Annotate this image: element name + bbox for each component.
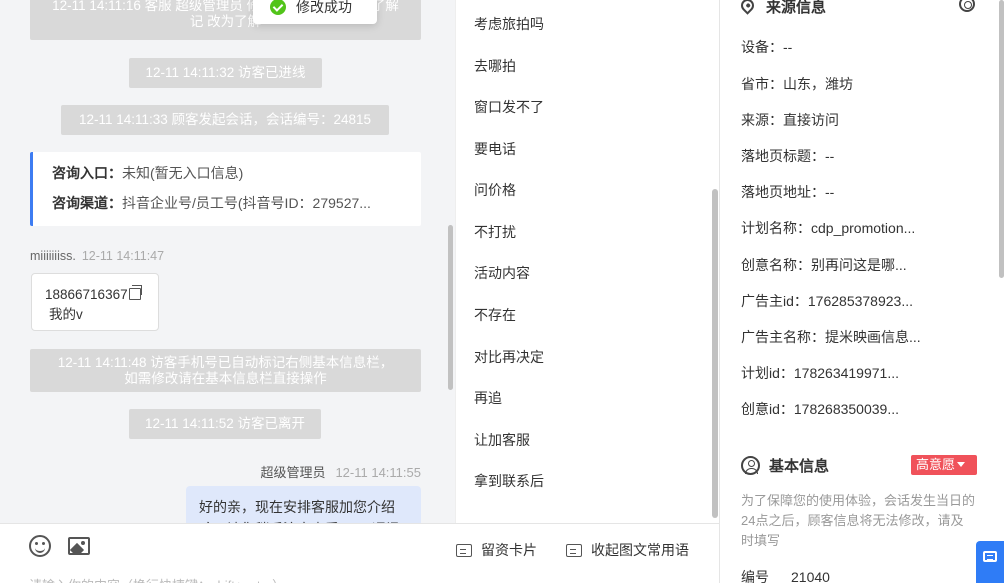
chat-scrollbar[interactable] <box>448 225 453 390</box>
visitor-message-text: 我的v <box>49 307 83 322</box>
source-info-field: 创意id：178268350039... <box>741 401 899 417</box>
visitor-phone-line: 18866716367 <box>45 285 158 305</box>
chat-bubble-icon <box>983 551 997 562</box>
source-info-field: 落地页地址：-- <box>741 184 835 200</box>
system-message-phone-line1: 12-11 14:11:48 访客手机号已自动标记右侧基本信息栏， <box>57 355 394 370</box>
consult-channel-label: 咨询渠道： <box>52 195 122 211</box>
input-bar: 留资卡片 收起图文常用语 请输入你的内容（换行快捷键：shift+enter） <box>0 523 719 583</box>
quick-reply-item[interactable]: 再追 <box>474 388 502 408</box>
visitor-info-panel: 来源信息 设备：-- 省市：山东，潍坊 来源：直接访问 落地页标题：-- 落地页地址：-… <box>719 0 1004 583</box>
consult-entry-value: 未知(暂无入口信息) <box>122 165 244 181</box>
source-info-title: 来源信息 <box>738 0 827 17</box>
copy-icon[interactable] <box>128 285 142 300</box>
emoji-icon[interactable] <box>29 535 51 557</box>
floating-chat-button[interactable] <box>976 541 1004 583</box>
source-info-field: 创意名称：别再问这是哪... <box>741 257 907 273</box>
collapse-phrases-label: 收起图文常用语 <box>591 542 689 558</box>
info-panel-scrollbar[interactable] <box>999 0 1004 278</box>
consult-entry-label: 咨询入口： <box>52 165 122 181</box>
toast-text: 修改成功 <box>296 0 352 15</box>
settings-icon[interactable] <box>959 0 975 12</box>
quick-reply-item[interactable]: 考虑旅拍吗 <box>474 14 544 34</box>
quick-reply-item[interactable]: 拿到联系后 <box>474 471 544 491</box>
consult-channel-row: 咨询渠道：抖音企业号/员工号(抖音号ID：279527... <box>52 192 404 214</box>
consult-channel-value: 抖音企业号/员工号(抖音号ID：279527... <box>122 195 371 211</box>
quick-reply-item[interactable]: 不存在 <box>474 305 516 325</box>
visitor-phone-text[interactable]: 18866716367 <box>45 287 128 302</box>
agent-message-bubble: 好的亲，现在安排客服加您介绍哈，请您稍后注意查看一下"通讯 <box>186 486 421 523</box>
agent-message-header: 超级管理员 12-11 14:11:55 <box>260 462 421 481</box>
quick-reply-item[interactable]: 去哪拍 <box>474 56 516 76</box>
edit-notice: 为了保障您的使用体验，会话发生当日的24点之后，顾客信息将无法修改，请及时填写 <box>741 493 976 548</box>
phrases-icon <box>566 544 582 557</box>
quick-reply-item[interactable]: 活动内容 <box>474 263 530 283</box>
source-info-field: 落地页标题：-- <box>741 148 835 164</box>
customer-id-label: 编号 <box>741 569 769 583</box>
system-message-enter: 12-11 14:11:32 访客已进线 <box>129 58 322 88</box>
source-info-field: 广告主id：176285378923... <box>741 293 913 309</box>
consult-info-card: 咨询入口：未知(暂无入口信息) 咨询渠道：抖音企业号/员工号(抖音号ID：279… <box>30 152 421 226</box>
basic-info-title-text: 基本信息 <box>769 458 830 475</box>
agent-name: 超级管理员 <box>260 465 326 480</box>
visitor-message-time: 12-11 14:11:47 <box>81 249 165 263</box>
consult-entry-row: 咨询入口：未知(暂无入口信息) <box>52 162 404 184</box>
source-info-field: 来源：直接访问 <box>741 112 839 128</box>
quick-reply-scrollbar[interactable] <box>712 189 718 518</box>
system-message-session: 12-11 14:11:33 顾客发起会话，会话编号：24815 <box>61 105 389 135</box>
quick-reply-item[interactable]: 窗口发不了 <box>474 97 544 117</box>
source-info-field: 计划id：178263419971... <box>741 365 899 381</box>
source-info-field: 省市：山东，潍坊 <box>741 76 853 92</box>
quick-reply-item[interactable]: 要电话 <box>474 139 516 159</box>
basic-info-title: 基本信息 <box>741 455 829 476</box>
visitor-message-bubble: 18866716367 我的v <box>31 273 159 331</box>
quick-reply-panel: 考虑旅拍吗去哪拍窗口发不了要电话问价格不打扰活动内容不存在对比再决定再追让加客服… <box>455 0 719 523</box>
source-info-field: 计划名称：cdp_promotion... <box>741 220 916 236</box>
lead-card-button[interactable]: 留资卡片 <box>456 540 537 560</box>
chat-area: 12-11 14:11:16 客服 超级管理员 修改访客备注为 改为了解 记 改… <box>0 0 455 523</box>
source-info-field: 广告主名称：提米映画信息... <box>741 329 921 345</box>
visitor-message-header: miiiiiiiss. 12-11 14:11:47 <box>30 249 164 263</box>
system-message-phone-line2: 如需修改请在基本信息栏直接操作 <box>124 371 327 386</box>
visitor-name: miiiiiiiss. <box>30 249 76 263</box>
quick-reply-item[interactable]: 问价格 <box>474 180 516 200</box>
user-circle-icon <box>741 456 760 475</box>
system-message-leave: 12-11 14:11:52 访客已离开 <box>129 409 321 439</box>
customer-id-row: 编号 21040 <box>741 567 971 583</box>
quick-reply-item[interactable]: 对比再决定 <box>474 347 544 367</box>
caret-down-icon <box>957 462 966 467</box>
success-toast: 修改成功 <box>253 0 377 24</box>
lead-card-label: 留资卡片 <box>481 542 537 558</box>
agent-message-text: 好的亲，现在安排客服加您介绍哈，请您稍后注意查看一下"通讯 <box>199 499 400 523</box>
check-circle-icon <box>270 0 286 15</box>
source-info-title-text: 来源信息 <box>766 0 827 16</box>
intent-level-label: 高意愿 <box>916 457 956 472</box>
customer-id-value: 21040 <box>791 569 830 583</box>
message-input[interactable]: 请输入你的内容（换行快捷键：shift+enter） <box>29 575 285 583</box>
agent-message-time: 12-11 14:11:55 <box>335 465 421 480</box>
intent-level-dropdown[interactable]: 高意愿 <box>911 455 977 475</box>
location-pin-icon <box>738 0 757 15</box>
quick-reply-item[interactable]: 不打扰 <box>474 222 516 242</box>
card-icon <box>456 544 472 557</box>
source-info-field: 设备：-- <box>741 39 793 55</box>
image-icon[interactable] <box>68 537 90 555</box>
system-message-phone: 12-11 14:11:48 访客手机号已自动标记右侧基本信息栏， 如需修改请在… <box>30 349 421 392</box>
collapse-phrases-button[interactable]: 收起图文常用语 <box>566 540 689 560</box>
quick-reply-item[interactable]: 让加客服 <box>474 430 530 450</box>
